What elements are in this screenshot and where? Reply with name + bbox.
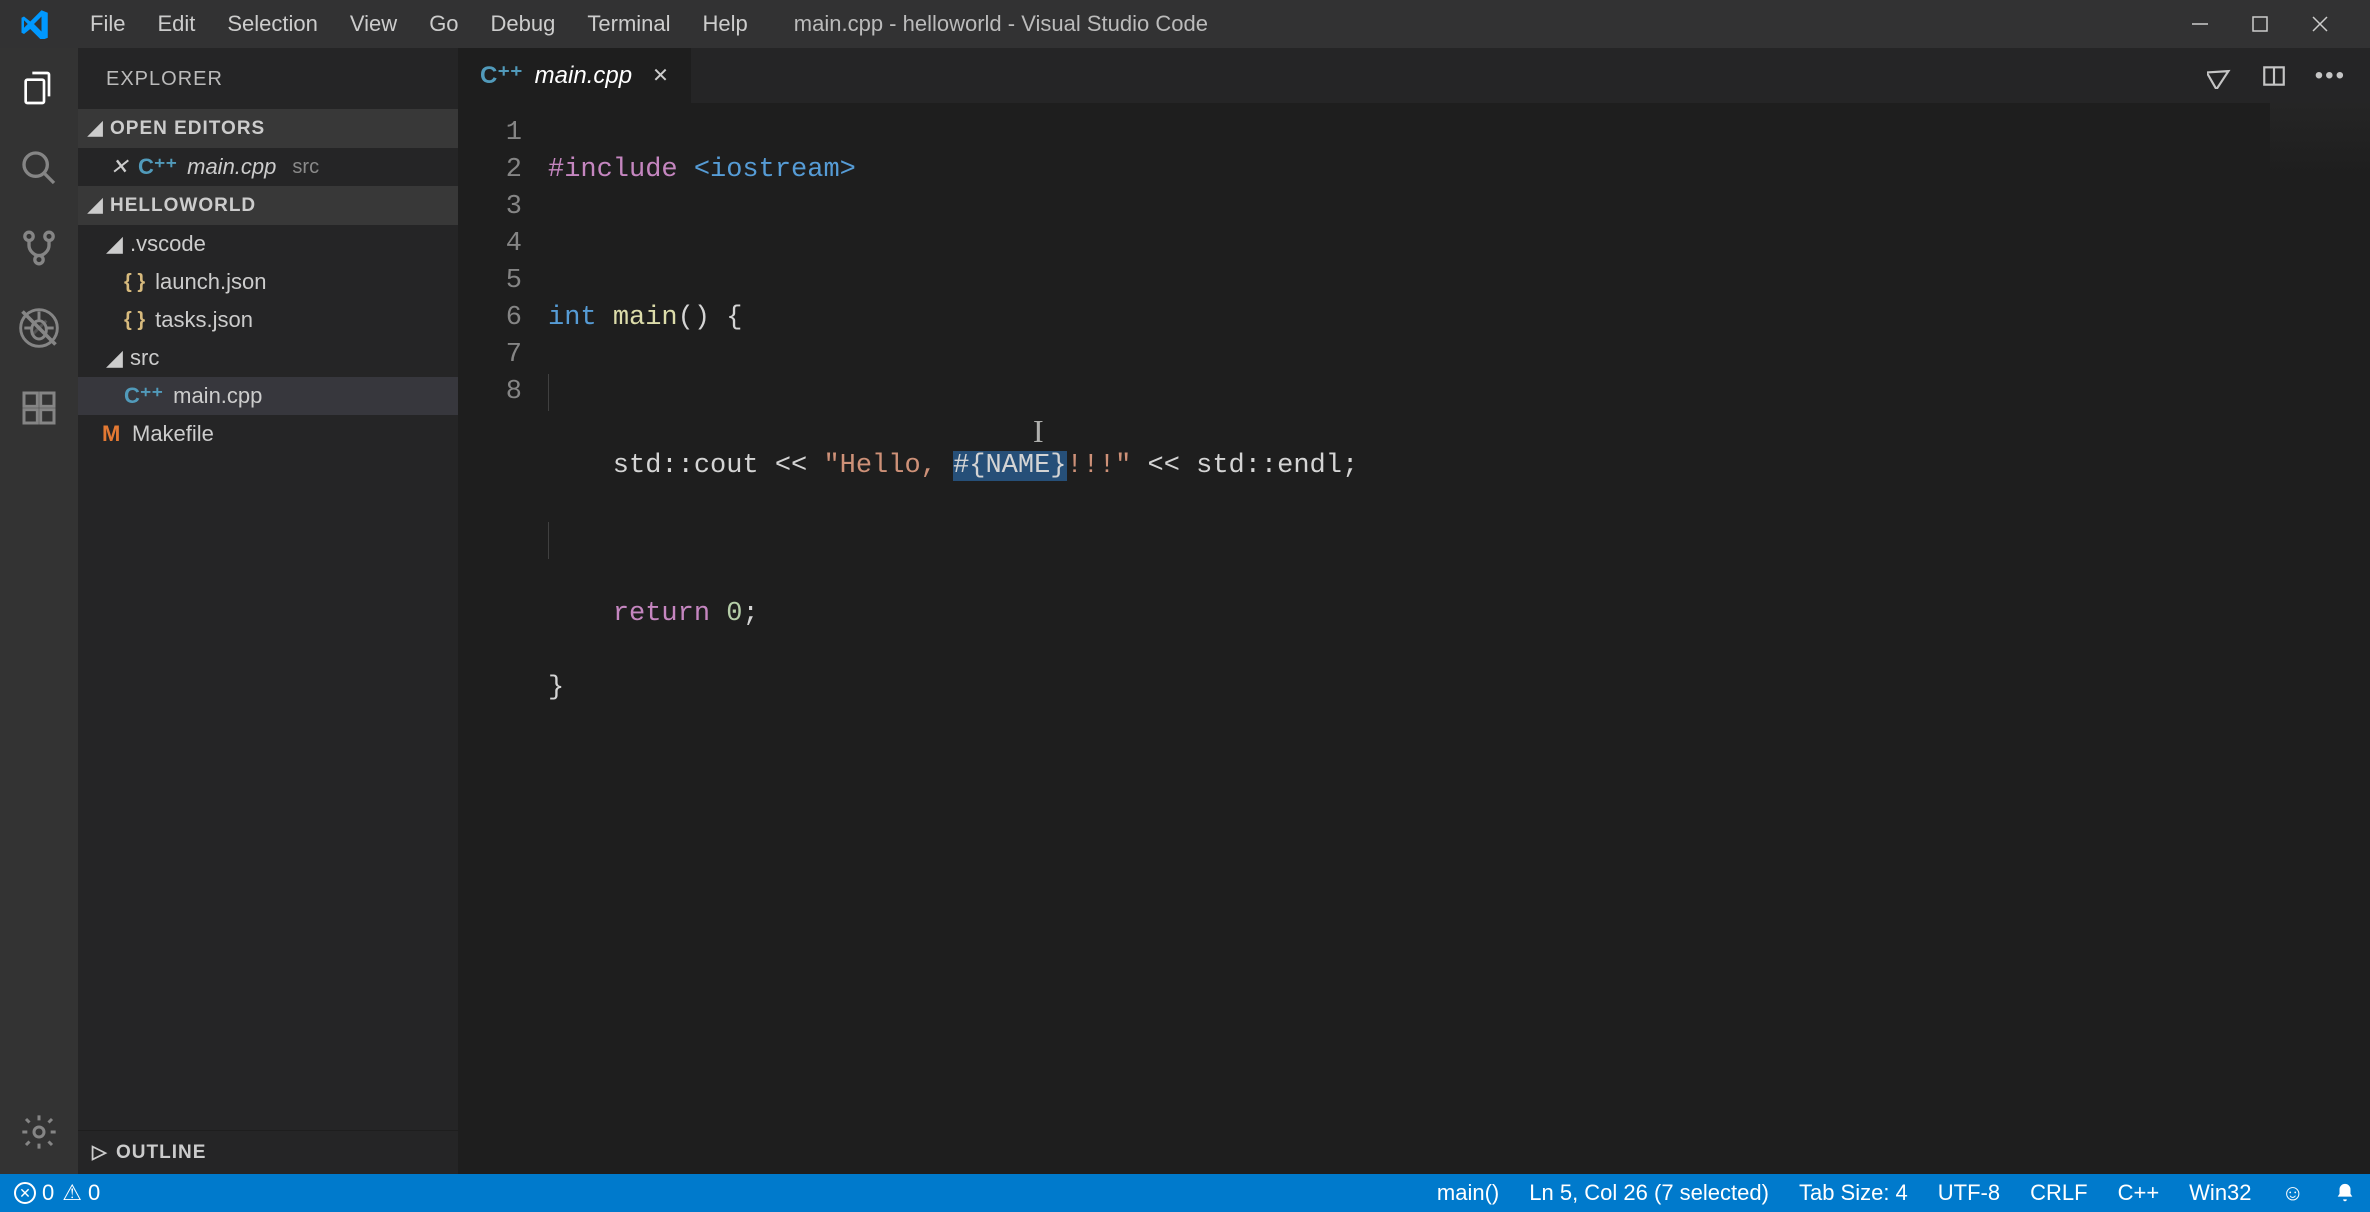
file-name: tasks.json	[155, 307, 253, 333]
run-build-icon[interactable]	[2207, 63, 2233, 89]
menu-bar: File Edit Selection View Go Debug Termin…	[74, 5, 764, 43]
settings-gear-icon[interactable]	[17, 1110, 61, 1154]
window-controls	[2190, 14, 2360, 34]
folder-vscode[interactable]: ◢ .vscode	[78, 225, 458, 263]
line-number: 8	[458, 374, 522, 411]
file-name: main.cpp	[173, 383, 262, 409]
open-editors-label: OPEN EDITORS	[110, 118, 265, 140]
menu-terminal[interactable]: Terminal	[571, 5, 686, 43]
menu-selection[interactable]: Selection	[211, 5, 334, 43]
close-icon[interactable]: ✕	[652, 63, 669, 88]
chevron-down-icon: ◢	[106, 345, 120, 371]
status-warnings[interactable]: ⚠ 0	[62, 1180, 100, 1206]
file-tasks-json[interactable]: { } tasks.json	[78, 301, 458, 339]
explorer-sidebar: EXPLORER ◢ OPEN EDITORS ✕ C⁺⁺ main.cpp s…	[78, 48, 458, 1174]
chevron-down-icon: ◢	[106, 231, 120, 257]
status-language[interactable]: C++	[2118, 1180, 2160, 1206]
menu-help[interactable]: Help	[687, 5, 764, 43]
explorer-icon[interactable]	[17, 66, 61, 110]
open-editor-filename: main.cpp	[187, 154, 276, 180]
error-icon: ✕	[14, 1182, 36, 1204]
folder-name: src	[130, 345, 159, 371]
chevron-right-icon: ▷	[92, 1141, 106, 1164]
open-editors-header[interactable]: ◢ OPEN EDITORS	[78, 109, 458, 148]
selected-text: #{NAME}	[953, 451, 1066, 481]
search-icon[interactable]	[17, 146, 61, 190]
tab-title: main.cpp	[535, 62, 632, 90]
file-name: launch.json	[155, 269, 266, 295]
minimize-button[interactable]	[2190, 14, 2220, 34]
file-name: Makefile	[132, 421, 214, 447]
extensions-icon[interactable]	[17, 386, 61, 430]
outline-header[interactable]: ▷ OUTLINE	[78, 1130, 458, 1174]
json-file-icon: { }	[124, 271, 145, 294]
file-makefile[interactable]: M Makefile	[78, 415, 458, 453]
folder-name: .vscode	[130, 231, 206, 257]
code-editor[interactable]: 1 2 3 4 5 6 7 8 #include <iostream> int …	[458, 103, 2370, 1174]
menu-edit[interactable]: Edit	[141, 5, 211, 43]
status-errors[interactable]: ✕ 0	[14, 1180, 54, 1206]
close-icon[interactable]: ✕	[110, 154, 128, 180]
feedback-smiley-icon[interactable]: ☺	[2282, 1180, 2304, 1206]
status-encoding[interactable]: UTF-8	[1938, 1180, 2000, 1206]
close-button[interactable]	[2310, 14, 2340, 34]
split-editor-icon[interactable]	[2261, 63, 2287, 89]
open-editor-dir: src	[292, 156, 319, 179]
makefile-icon: M	[102, 421, 122, 447]
folder-src[interactable]: ◢ src	[78, 339, 458, 377]
status-scope[interactable]: main()	[1437, 1180, 1499, 1206]
line-number-gutter: 1 2 3 4 5 6 7 8	[458, 103, 548, 1174]
file-launch-json[interactable]: { } launch.json	[78, 263, 458, 301]
title-bar: File Edit Selection View Go Debug Termin…	[0, 0, 2370, 48]
status-eol[interactable]: CRLF	[2030, 1180, 2087, 1206]
menu-file[interactable]: File	[74, 5, 141, 43]
source-control-icon[interactable]	[17, 226, 61, 270]
minimap[interactable]	[2270, 103, 2370, 223]
window-title: main.cpp - helloworld - Visual Studio Co…	[764, 11, 2190, 37]
editor-actions: •••	[2207, 48, 2370, 103]
line-number: 5	[458, 263, 522, 300]
status-bar: ✕ 0 ⚠ 0 main() Ln 5, Col 26 (7 selected)…	[0, 1174, 2370, 1212]
more-actions-icon[interactable]: •••	[2315, 62, 2346, 90]
warning-icon: ⚠	[62, 1180, 82, 1206]
editor-tab-main-cpp[interactable]: C⁺⁺ main.cpp ✕	[458, 48, 691, 103]
line-number: 4	[458, 226, 522, 263]
text-cursor-icon: I	[1033, 413, 1044, 450]
chevron-down-icon: ◢	[88, 117, 102, 140]
cpp-file-icon: C⁺⁺	[480, 61, 523, 90]
line-number: 2	[458, 152, 522, 189]
notifications-bell-icon[interactable]	[2334, 1182, 2356, 1204]
line-number: 3	[458, 189, 522, 226]
maximize-button[interactable]	[2250, 14, 2280, 34]
menu-debug[interactable]: Debug	[475, 5, 572, 43]
status-cursor-position[interactable]: Ln 5, Col 26 (7 selected)	[1529, 1180, 1769, 1206]
vscode-logo-icon	[10, 9, 58, 39]
activity-bar	[0, 48, 78, 1174]
status-target[interactable]: Win32	[2189, 1180, 2251, 1206]
menu-go[interactable]: Go	[413, 5, 474, 43]
workspace-label: HELLOWORLD	[110, 195, 256, 217]
line-number: 7	[458, 337, 522, 374]
cpp-file-icon: C⁺⁺	[138, 154, 177, 180]
file-main-cpp[interactable]: C⁺⁺ main.cpp	[78, 377, 458, 415]
line-number: 1	[458, 115, 522, 152]
menu-view[interactable]: View	[334, 5, 413, 43]
json-file-icon: { }	[124, 309, 145, 332]
tab-bar: C⁺⁺ main.cpp ✕ •••	[458, 48, 2370, 103]
cpp-file-icon: C⁺⁺	[124, 383, 163, 409]
editor-area: C⁺⁺ main.cpp ✕ ••• 1 2 3 4 5 6 7 8	[458, 48, 2370, 1174]
status-tab-size[interactable]: Tab Size: 4	[1799, 1180, 1908, 1206]
explorer-title: EXPLORER	[78, 48, 458, 109]
open-editor-item[interactable]: ✕ C⁺⁺ main.cpp src	[78, 148, 458, 186]
line-number: 6	[458, 300, 522, 337]
outline-label: OUTLINE	[116, 1142, 206, 1164]
workspace-header[interactable]: ◢ HELLOWORLD	[78, 186, 458, 225]
debug-icon[interactable]	[17, 306, 61, 350]
chevron-down-icon: ◢	[88, 194, 102, 217]
code-content[interactable]: #include <iostream> int main() { std::co…	[548, 103, 2370, 1174]
